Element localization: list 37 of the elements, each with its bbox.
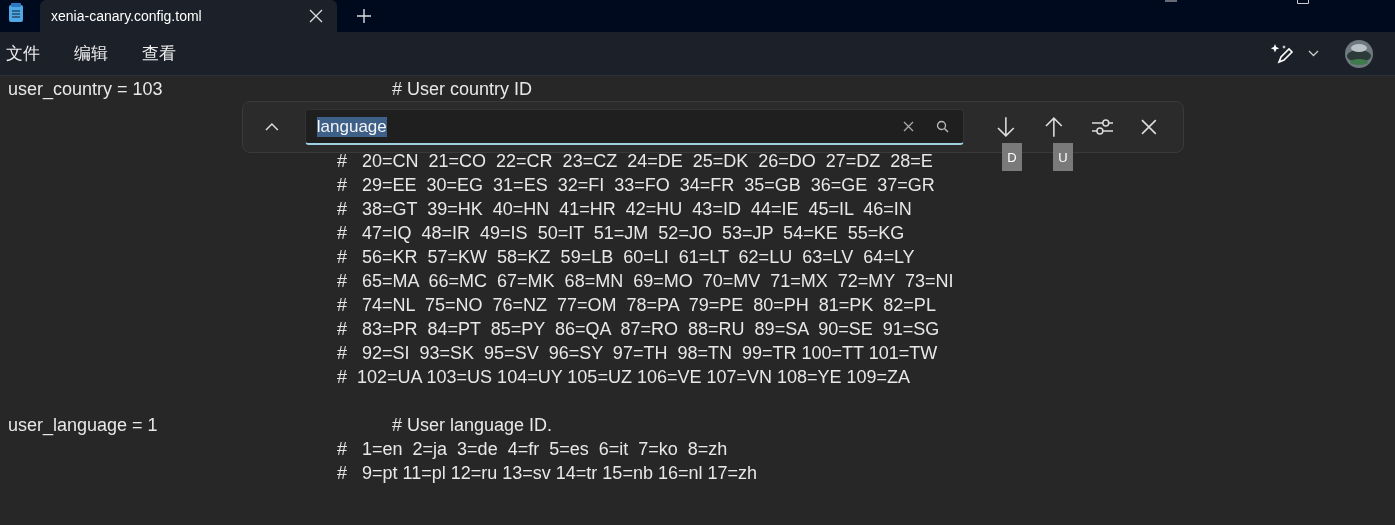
code-comment: # 20=CN 21=CO 22=CR 23=CZ 24=DE 25=DK 26=DO 27=DZ 28=E	[336, 150, 933, 172]
code-comment: # 83=PR 84=PT 85=PY 86=QA 87=RO 88=RU 89=SA 90=SE 91=SG	[336, 318, 940, 340]
plus-icon[interactable]	[357, 9, 371, 23]
menu-item[interactable]: 编辑	[74, 42, 108, 65]
code-comment: # 38=GT 39=HK 40=HN 41=HR 42=HU 43=ID 44=IE 45=IL 46=IN	[336, 198, 912, 220]
options-icon[interactable]	[1091, 118, 1114, 136]
code-comment: # User language ID.	[392, 414, 553, 436]
search-icon[interactable]	[936, 120, 950, 133]
code-line: user_country = 103	[7, 78, 164, 100]
menu-item[interactable]: 文件	[6, 42, 40, 65]
arrow-down-icon[interactable]	[996, 116, 1016, 138]
close-icon[interactable]	[1141, 119, 1157, 135]
code-comment: # 9=pt 11=pl 12=ru 13=sv 14=tr 15=nb 16=nl 17=zh	[336, 462, 757, 484]
file-tab[interactable]: xenia-canary.config.toml	[40, 0, 337, 32]
code-comment: # 1=en 2=ja 3=de 4=fr 5=es 6=it 7=ko 8=zh	[336, 438, 728, 460]
chevron-up-icon[interactable]	[265, 123, 279, 131]
code-comment: # 29=EE 30=EG 31=ES 32=FI 33=FO 34=FR 35=GB 36=GE 37=GR	[336, 174, 935, 196]
menu-item[interactable]: 查看	[142, 42, 176, 65]
tooltip: U	[1053, 143, 1073, 171]
tooltip: D	[1002, 143, 1022, 171]
minimize-icon[interactable]	[1165, 0, 1177, 3]
arrow-up-icon[interactable]	[1043, 116, 1064, 138]
code-comment: # 47=IQ 48=IR 49=IS 50=IT 51=JM 52=JO 53=JP 54=KE 55=KG	[336, 222, 905, 244]
chevron-down-icon[interactable]	[1308, 50, 1319, 57]
code-comment: # 56=KR 57=KW 58=KZ 59=LB 60=LI 61=LT 62=LU 63=LV 64=LY	[336, 246, 915, 268]
code-comment: # 92=SI 93=SK 95=SV 96=SY 97=TH 98=TN 99=TR 100=TT 101=TW	[336, 342, 938, 364]
code-comment: # 65=MA 66=MC 67=MK 68=MN 69=MO 70=MV 71=MX 72=MY 73=NI	[336, 270, 954, 292]
search-field[interactable]: language	[304, 109, 965, 145]
code-line: user_language = 1	[7, 414, 159, 436]
avatar[interactable]	[1345, 39, 1373, 68]
code-comment: # User country ID	[392, 78, 533, 100]
maximize-icon[interactable]	[1297, 0, 1309, 4]
clear-icon[interactable]	[903, 121, 915, 132]
code-comment: # 74=NL 75=NO 76=NZ 77=OM 78=PA 79=PE 80=PH 81=PK 82=PL	[336, 294, 936, 316]
close-icon[interactable]	[309, 9, 323, 23]
code-comment: # 102=UA 103=US 104=UY 105=UZ 106=VE 107=VN 108=YE 109=ZA	[336, 366, 911, 388]
notepad-icon	[8, 3, 24, 23]
